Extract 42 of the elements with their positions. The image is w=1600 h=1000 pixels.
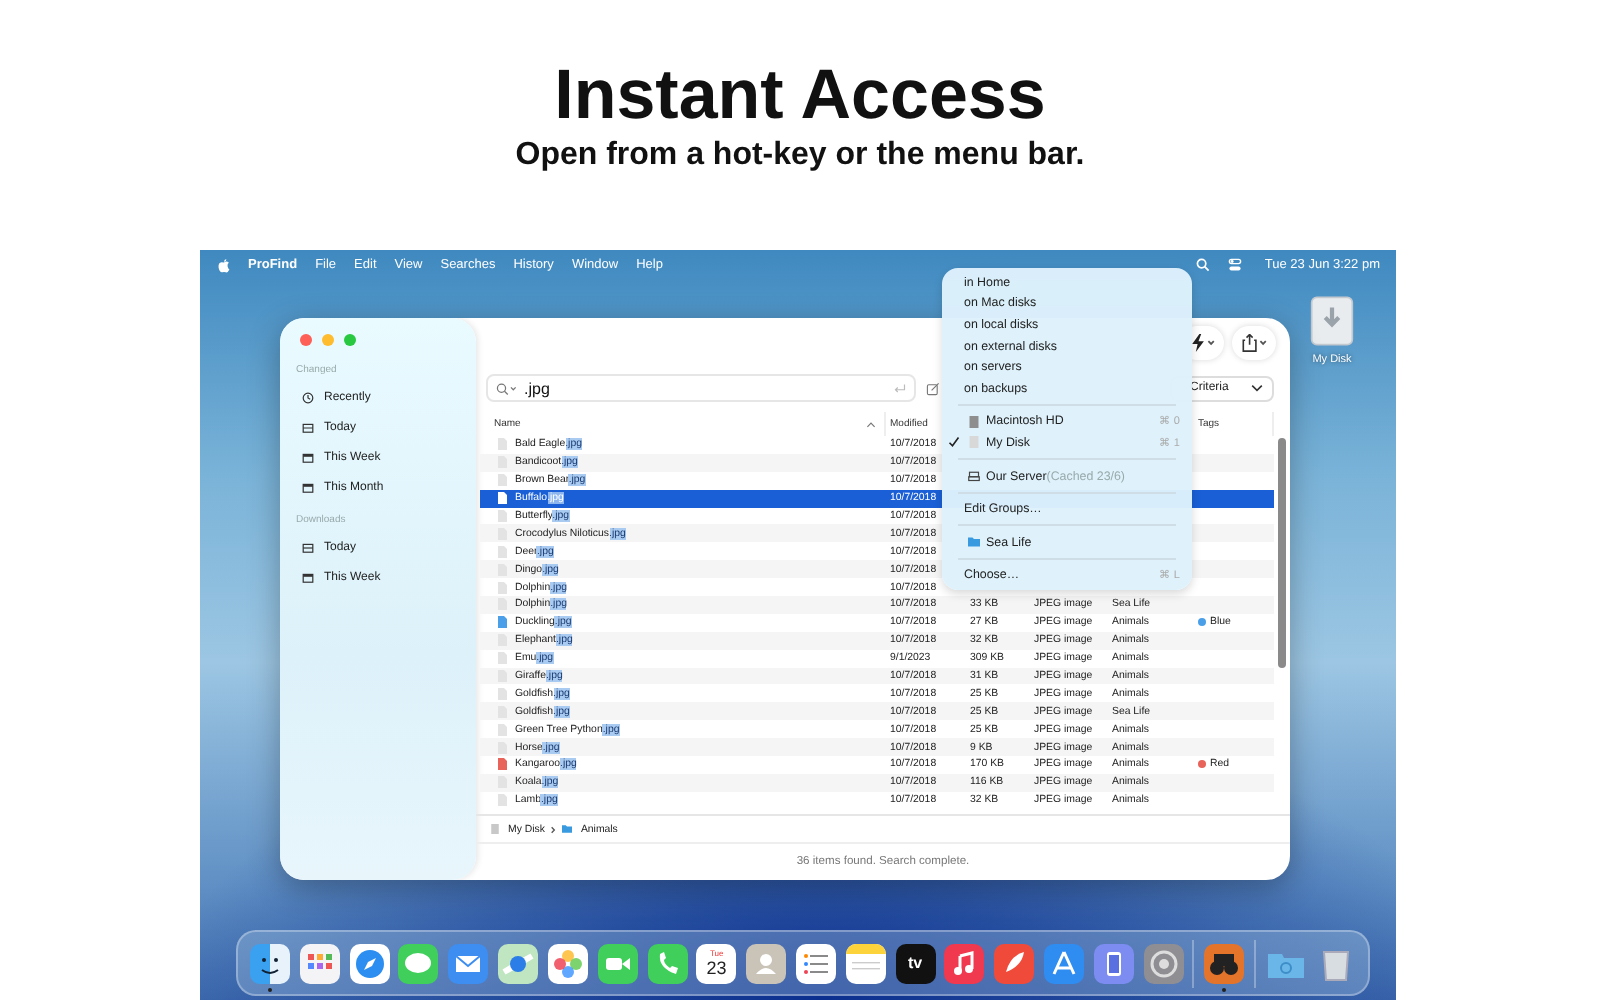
checklist-icon[interactable]	[795, 943, 836, 983]
share-icon	[1239, 334, 1269, 352]
face-icon[interactable]	[250, 943, 290, 983]
search-icon[interactable]	[1196, 258, 1211, 272]
caret-icon	[1250, 384, 1264, 392]
return-icon	[894, 383, 906, 393]
toggle-icon[interactable]	[1228, 258, 1243, 272]
video-camera-icon[interactable]	[597, 943, 638, 983]
headline: Instant Access	[554, 56, 1046, 136]
chat-bubble-icon[interactable]	[398, 943, 439, 983]
compass-icon[interactable]	[349, 943, 390, 983]
subheadline: Open from a hot-key or the menu bar.	[515, 138, 1085, 174]
apple-icon[interactable]	[218, 257, 230, 273]
folder-icon	[562, 824, 573, 834]
search-icon	[496, 381, 518, 395]
binoculars-icon[interactable]	[1204, 943, 1245, 983]
edit-icon[interactable]	[926, 381, 940, 395]
search-field[interactable]: .jpg	[486, 374, 916, 402]
music-note-icon[interactable]	[944, 943, 985, 983]
map-icon[interactable]	[498, 943, 539, 983]
folder-icon	[968, 536, 980, 549]
grid-icon[interactable]	[299, 943, 340, 983]
flower-icon[interactable]	[547, 943, 588, 983]
calendar-icon	[302, 481, 314, 493]
contact-card-icon[interactable]	[746, 943, 787, 983]
clock-icon	[302, 391, 314, 403]
calendar-icon	[302, 451, 314, 463]
app-store-icon[interactable]	[1044, 943, 1084, 983]
bolt-icon	[1187, 334, 1217, 352]
tv-icon[interactable]: tv	[895, 943, 936, 983]
chevron-icon	[550, 825, 557, 833]
calendar-icon	[302, 421, 314, 433]
share-button[interactable]	[1232, 326, 1276, 360]
gear-icon[interactable]	[1143, 943, 1184, 983]
phone-icon[interactable]	[647, 943, 687, 983]
notepad-icon[interactable]	[845, 943, 886, 983]
calendar-icon	[302, 571, 314, 583]
envelope-icon[interactable]	[448, 943, 489, 983]
calendar-icon	[302, 541, 314, 553]
phone-mirror-icon[interactable]	[1093, 943, 1134, 983]
close-button[interactable]	[300, 334, 312, 346]
server-icon	[968, 470, 980, 483]
